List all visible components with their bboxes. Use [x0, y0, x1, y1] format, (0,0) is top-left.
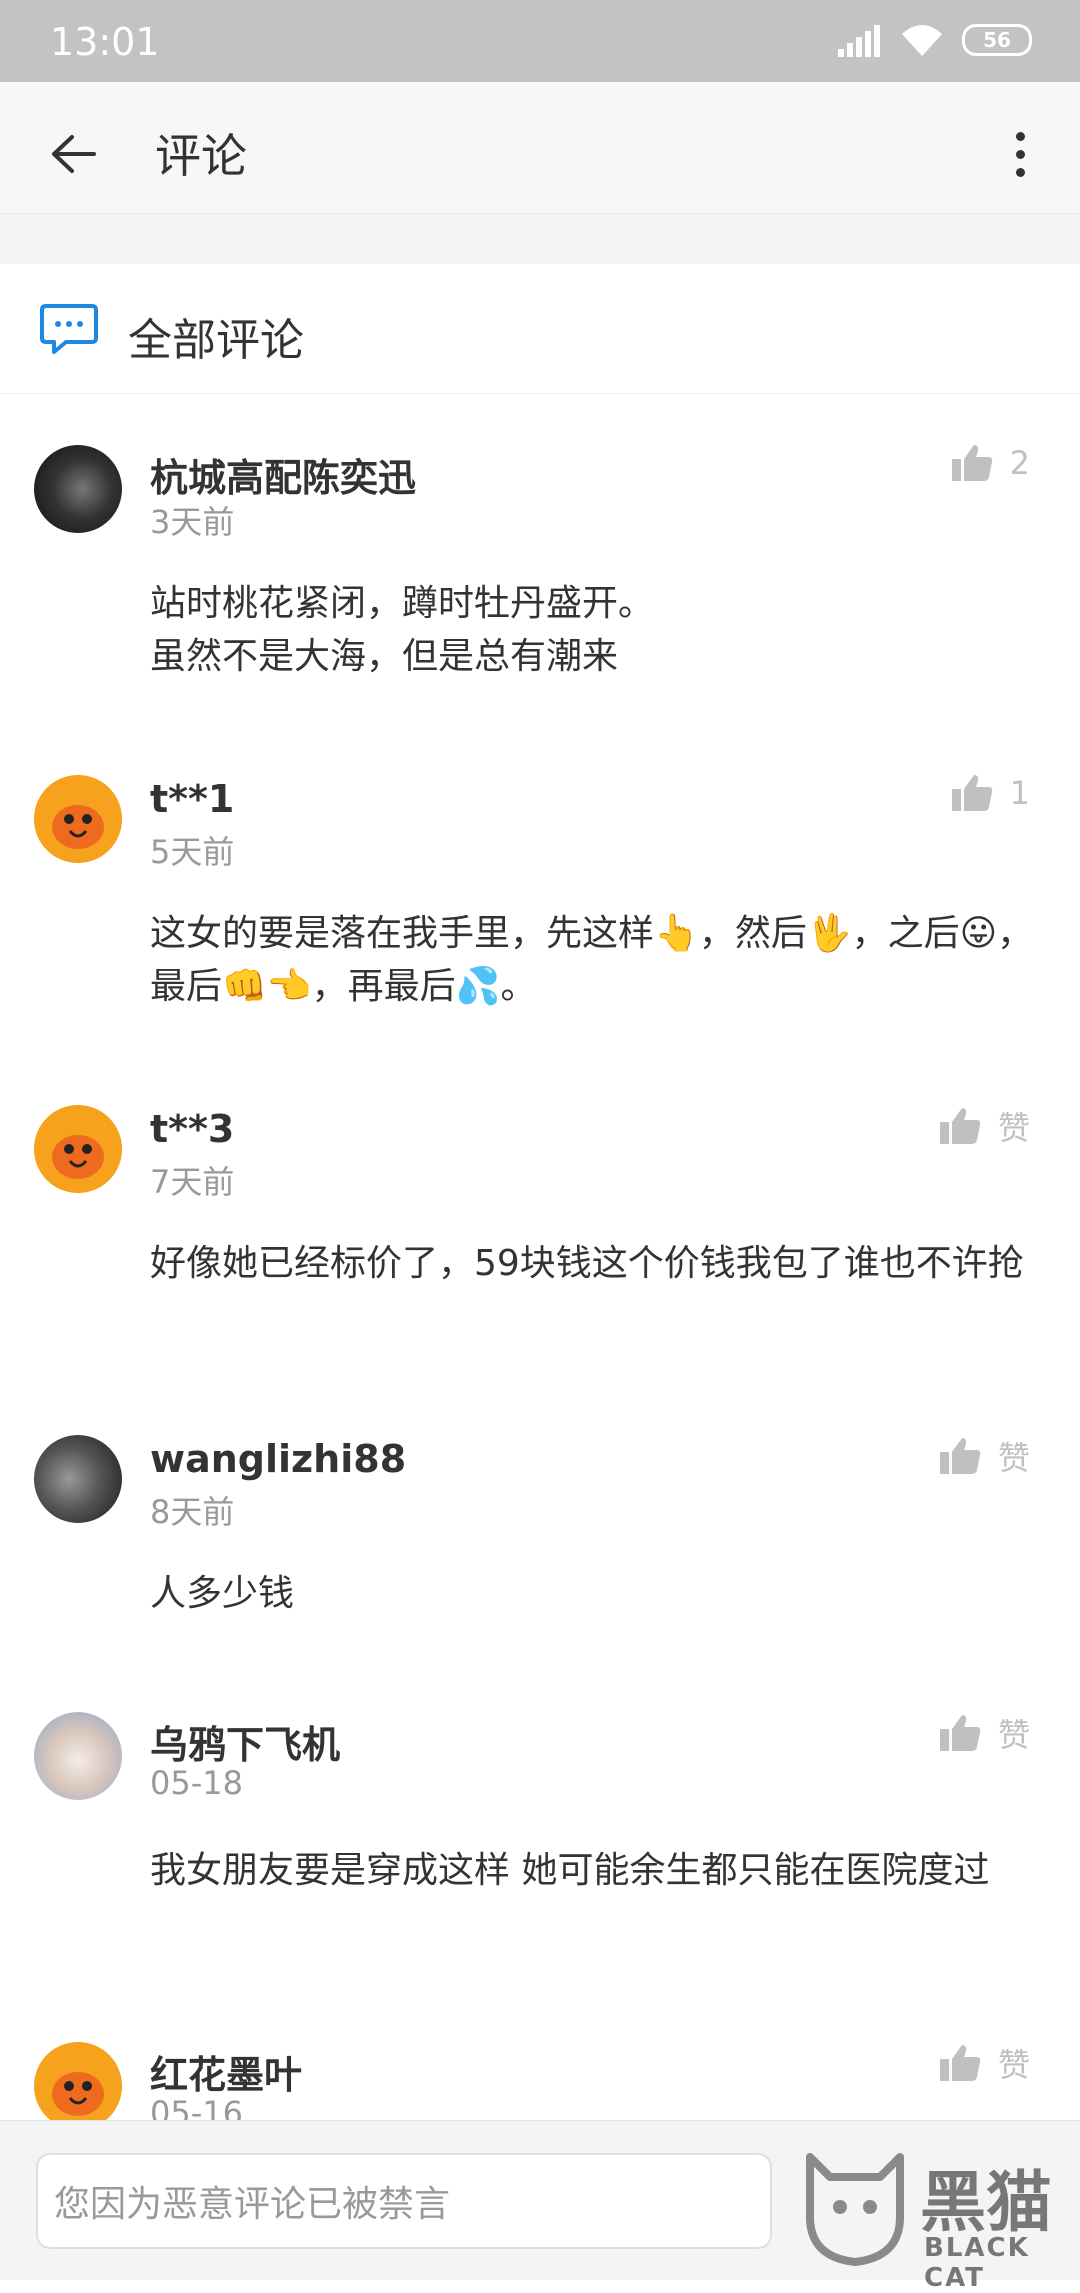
avatar[interactable]: [34, 445, 122, 533]
comment-bubble-icon: [40, 304, 98, 354]
thumbs-up-icon: [951, 445, 992, 481]
watermark-subtitle: BLACK CAT: [924, 2233, 1030, 2293]
avatar[interactable]: [34, 1712, 122, 1800]
section-divider: [0, 214, 1080, 264]
page-title: 评论: [155, 129, 247, 183]
status-time: 13:01: [50, 20, 160, 64]
comment-item: t**3 7天前 好像她已经标价了，59块钱这个价钱我包了谁也不许抢 赞: [0, 1055, 1080, 1385]
comment-input-bar: 您因为恶意评论已被禁言 黑猫 BLACK CAT: [0, 2120, 1080, 2293]
like-button[interactable]: 赞: [938, 1103, 1030, 1149]
thumbs-up-icon: [939, 1438, 981, 1474]
more-vertical-icon: [1015, 131, 1025, 141]
thumbs-up-icon: [939, 1715, 981, 1751]
like-count: 赞: [997, 1439, 1030, 1477]
like-count: 赞: [997, 1109, 1030, 1147]
comment-text: 我女朋友要是穿成这样 她可能余生都只能在医院度过: [150, 1850, 990, 1891]
comment-time: 05-16: [150, 2094, 243, 2120]
avatar[interactable]: [34, 2042, 122, 2120]
comment-time: 05-18: [150, 1764, 243, 1802]
comment-text: 人多少钱: [150, 1573, 295, 1614]
battery-icon: 56: [962, 24, 1032, 56]
like-count: 2: [1009, 444, 1030, 482]
thumbs-up-icon: [939, 2045, 981, 2081]
comment-username[interactable]: 杭城高配陈奕迅: [150, 447, 416, 502]
mascot-avatar-icon: [34, 775, 122, 863]
comment-list[interactable]: 杭城高配陈奕迅 3天前 站时桃花紧闭，蹲时牡丹盛开。 虽然不是大海，但是总有潮来…: [0, 395, 1080, 2120]
back-arrow-icon: [52, 135, 96, 173]
like-button[interactable]: 赞: [938, 1710, 1030, 1756]
comment-username[interactable]: wanglizhi88: [150, 1437, 406, 1481]
comment-item: wanglizhi88 8天前 人多少钱 赞: [0, 1385, 1080, 1662]
thumbs-up-icon: [951, 775, 992, 811]
comment-username[interactable]: 乌鸦下飞机: [150, 1714, 340, 1769]
more-button[interactable]: [990, 118, 1050, 190]
thumbs-up-icon: [939, 1108, 981, 1144]
app-header: 评论: [0, 82, 1080, 214]
comment-text: 好像她已经标价了，59块钱这个价钱我包了谁也不许抢: [150, 1243, 1024, 1284]
status-icons: 56: [838, 22, 1032, 58]
watermark-brand: 黑猫: [920, 2164, 1052, 2241]
status-bar: 13:01 56: [0, 0, 1080, 82]
input-placeholder: 您因为恶意评论已被禁言: [54, 2184, 451, 2225]
comment-text: 这女的要是落在我手里，先这样👆，然后🖖，之后😛，最后👊👈，再最后💦。: [150, 913, 1034, 1007]
like-button[interactable]: 1: [950, 773, 1030, 813]
like-button[interactable]: 2: [950, 443, 1030, 483]
signal-icon: [838, 23, 882, 57]
like-count: 赞: [997, 2046, 1030, 2084]
section-title: 全部评论: [128, 315, 304, 366]
wifi-icon: [902, 25, 942, 56]
comment-username[interactable]: 红花墨叶: [150, 2044, 302, 2099]
black-cat-logo-icon: [806, 2153, 904, 2266]
all-comments-header: 全部评论: [0, 264, 1080, 394]
comment-time: 8天前: [150, 1493, 235, 1531]
like-button[interactable]: 赞: [938, 2040, 1030, 2086]
mascot-avatar-icon: [34, 2042, 122, 2120]
like-button[interactable]: 赞: [938, 1433, 1030, 1479]
comment-item: t**1 5天前 这女的要是落在我手里，先这样👆，然后🖖，之后😛，最后👊👈，再最…: [0, 725, 1080, 1055]
mascot-avatar-icon: [34, 1105, 122, 1193]
like-count: 1: [1009, 774, 1030, 812]
comment-item: 红花墨叶 05-16 赞: [0, 1992, 1080, 2120]
comment-item: 乌鸦下飞机 05-18 我女朋友要是穿成这样 她可能余生都只能在医院度过 赞: [0, 1662, 1080, 1992]
comment-text: 站时桃花紧闭，蹲时牡丹盛开。 虽然不是大海，但是总有潮来: [150, 583, 655, 677]
comment-username[interactable]: t**1: [150, 777, 234, 821]
comment-time: 3天前: [150, 503, 235, 541]
comment-time: 5天前: [150, 833, 235, 871]
avatar[interactable]: [34, 1435, 122, 1523]
watermark-logo: 黑猫 BLACK CAT: [800, 2141, 1070, 2293]
comment-item: 杭城高配陈奕迅 3天前 站时桃花紧闭，蹲时牡丹盛开。 虽然不是大海，但是总有潮来…: [0, 395, 1080, 725]
avatar[interactable]: [34, 775, 122, 863]
back-button[interactable]: [38, 118, 110, 190]
battery-level: 56: [983, 28, 1011, 52]
avatar[interactable]: [34, 1105, 122, 1193]
comment-input[interactable]: 您因为恶意评论已被禁言: [36, 2153, 772, 2249]
like-count: 赞: [997, 1716, 1030, 1754]
comment-time: 7天前: [150, 1163, 235, 1201]
comment-username[interactable]: t**3: [150, 1107, 234, 1151]
